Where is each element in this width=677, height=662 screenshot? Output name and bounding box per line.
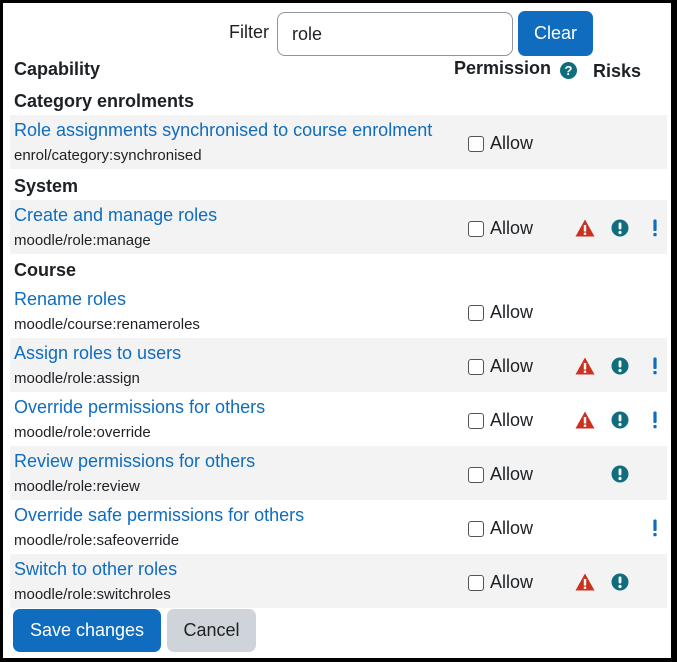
warning-triangle-icon[interactable] — [575, 572, 595, 592]
capability-link[interactable]: Create and manage roles — [14, 205, 217, 226]
exclamation-icon[interactable] — [645, 218, 665, 238]
allow-label: Allow — [490, 464, 534, 484]
capability-row: Review permissions for others moodle/rol… — [10, 446, 667, 500]
allow-checkbox[interactable]: Allow — [468, 302, 533, 323]
capability-id: moodle/role:assign — [14, 370, 140, 387]
allow-label: Allow — [490, 572, 534, 592]
exclamation-circle-icon[interactable] — [610, 356, 630, 376]
checkbox[interactable] — [468, 304, 484, 321]
permission-column-header: Permission — [454, 58, 552, 78]
capability-column-header: Capability — [14, 59, 101, 79]
capability-id: moodle/role:manage — [14, 232, 151, 249]
allow-label: Allow — [490, 410, 534, 430]
capability-row: Create and manage roles moodle/role:mana… — [10, 200, 667, 254]
allow-checkbox[interactable]: Allow — [468, 518, 533, 539]
question-circle-icon[interactable]: ? — [560, 62, 577, 79]
capability-row: Override safe permissions for others moo… — [10, 500, 667, 554]
capability-link[interactable]: Review permissions for others — [14, 451, 255, 472]
allow-label: Allow — [490, 518, 534, 538]
warning-triangle-icon[interactable] — [575, 218, 595, 238]
checkbox[interactable] — [468, 520, 484, 537]
allow-label: Allow — [490, 218, 534, 238]
allow-checkbox[interactable]: Allow — [468, 410, 533, 431]
filter-row: Filter Clear — [3, 8, 671, 56]
exclamation-icon[interactable] — [645, 410, 665, 430]
allow-label: Allow — [490, 133, 534, 153]
capability-link[interactable]: Override safe permissions for others — [14, 505, 304, 526]
capability-link[interactable]: Role assignments synchronised to course … — [14, 120, 432, 141]
capability-id: moodle/course:renameroles — [14, 316, 200, 333]
exclamation-icon[interactable] — [645, 356, 665, 376]
filter-input[interactable] — [277, 12, 513, 56]
group-heading: Course — [14, 260, 77, 280]
warning-triangle-icon[interactable] — [575, 410, 595, 430]
warning-triangle-icon[interactable] — [575, 356, 595, 376]
capability-link[interactable]: Assign roles to users — [14, 343, 181, 364]
checkbox[interactable] — [468, 466, 484, 483]
filter-label: Filter — [229, 22, 269, 42]
group-heading: Category enrolments — [14, 91, 195, 111]
capability-id: enrol/category:synchronised — [14, 147, 202, 164]
group-heading: System — [14, 176, 79, 196]
exclamation-circle-icon[interactable] — [610, 572, 630, 592]
checkbox[interactable] — [468, 135, 484, 152]
exclamation-circle-icon[interactable] — [610, 218, 630, 238]
allow-checkbox[interactable]: Allow — [468, 356, 533, 377]
checkbox[interactable] — [468, 412, 484, 429]
capability-permissions-panel: Filter Clear Capability Permission ? Ris… — [3, 3, 671, 658]
risks-column-header: Risks — [593, 61, 642, 81]
capability-link[interactable]: Override permissions for others — [14, 397, 265, 418]
capability-id: moodle/role:override — [14, 424, 151, 441]
capability-row: Rename roles moodle/course:renameroles A… — [10, 284, 667, 338]
checkbox[interactable] — [468, 574, 484, 591]
allow-checkbox[interactable]: Allow — [468, 218, 533, 239]
capability-row: Assign roles to users moodle/role:assign… — [10, 338, 667, 392]
clear-button[interactable]: Clear — [518, 11, 593, 56]
capability-id: moodle/role:review — [14, 478, 140, 495]
allow-label: Allow — [490, 356, 534, 376]
exclamation-circle-icon[interactable] — [610, 410, 630, 430]
exclamation-circle-icon[interactable] — [610, 464, 630, 484]
capability-row: Role assignments synchronised to course … — [10, 115, 667, 169]
checkbox[interactable] — [468, 358, 484, 375]
allow-checkbox[interactable]: Allow — [468, 464, 533, 485]
exclamation-icon[interactable] — [645, 518, 665, 538]
capability-row: Override permissions for others moodle/r… — [10, 392, 667, 446]
checkbox[interactable] — [468, 220, 484, 237]
allow-checkbox[interactable]: Allow — [468, 133, 533, 154]
capability-link[interactable]: Switch to other roles — [14, 559, 177, 580]
capability-id: moodle/role:safeoverride — [14, 532, 180, 549]
capability-link[interactable]: Rename roles — [14, 289, 126, 310]
cancel-button[interactable]: Cancel — [167, 609, 256, 652]
save-changes-button[interactable]: Save changes — [13, 609, 161, 652]
allow-checkbox[interactable]: Allow — [468, 572, 533, 593]
capability-id: moodle/role:switchroles — [14, 586, 171, 603]
capability-row: Switch to other roles moodle/role:switch… — [10, 554, 667, 608]
allow-label: Allow — [490, 302, 534, 322]
